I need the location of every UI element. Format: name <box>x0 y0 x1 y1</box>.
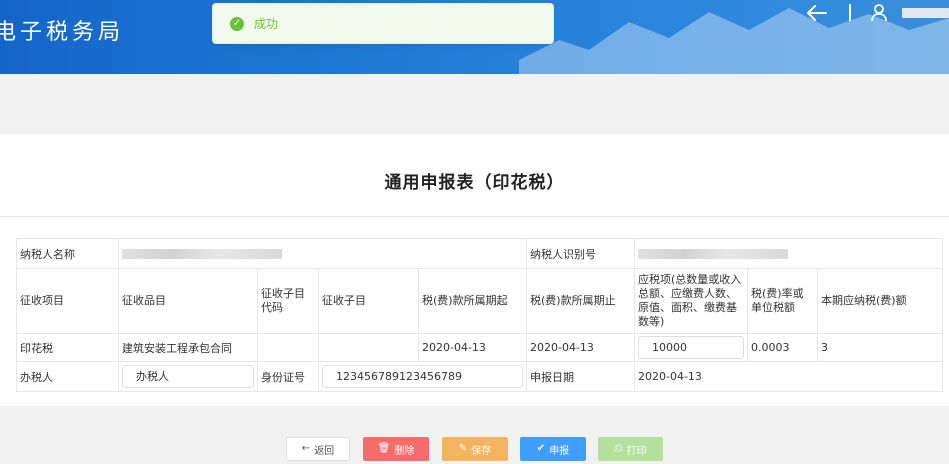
cell-sub-code <box>257 333 319 362</box>
user-icon[interactable] <box>871 4 887 22</box>
declaration-form-card: 通用申报表（印花税） 纳税人名称 纳税人识别号 征收项目 征收品目 征收子目代码… <box>0 134 949 406</box>
check-circle-icon: ✓ <box>230 16 244 31</box>
cell-taxable-amount: 10000 <box>634 333 748 362</box>
print-button-label: 打印 <box>626 445 647 457</box>
col-header-category: 征收品目 <box>118 268 258 334</box>
declaration-table: 纳税人名称 纳税人识别号 征收项目 征收品目 征收子目代码 征收子目 税(费)款… <box>16 238 944 392</box>
handler-input[interactable]: 办税人 <box>122 365 254 388</box>
printer-icon: ⎙ <box>614 443 623 454</box>
print-button[interactable]: ⎙ 打印 <box>598 437 663 461</box>
edit-icon: ✎ <box>458 443 468 454</box>
tax-data-row: 印花税 建筑安装工程承包合同 2020-04-13 2020-04-13 100… <box>16 333 944 362</box>
col-header-rate: 税(费)率或单位税额 <box>747 268 818 334</box>
cell-category: 建筑安装工程承包合同 <box>118 333 258 362</box>
cell-handler: 办税人 <box>118 361 258 392</box>
back-button[interactable]: ← 返回 <box>286 437 350 461</box>
taxpayer-row: 纳税人名称 纳税人识别号 <box>16 238 944 269</box>
id-number-input[interactable]: 123456789123456789 <box>322 365 523 388</box>
taxable-amount-input[interactable]: 10000 <box>638 336 744 359</box>
arrow-left-icon: ← <box>301 443 311 454</box>
form-title: 通用申报表（印花税） <box>384 173 565 193</box>
col-header-item: 征收项目 <box>16 268 119 334</box>
col-header-period-start: 税(费)款所属期起 <box>418 268 527 334</box>
back-button-label: 返回 <box>314 445 335 457</box>
success-toast: ✓ 成功 <box>212 3 554 44</box>
handler-label: 办税人 <box>16 361 119 392</box>
submit-button-label: 申报 <box>549 445 570 457</box>
col-header-sub-item: 征收子目 <box>318 268 419 334</box>
taxpayer-id-label: 纳税人识别号 <box>526 238 635 269</box>
declare-date-value: 2020-04-13 <box>633 361 944 392</box>
col-header-taxable-amount: 应税项(总数量或收入总额、应缴费人数、原值、面积、缴费基数等) <box>634 268 748 334</box>
title-divider <box>0 216 949 217</box>
site-title: 电子税务局 <box>0 20 125 45</box>
col-header-tax-due: 本期应纳税(费)额 <box>816 268 944 334</box>
handler-row: 办税人 办税人 身份证号 123456789123456789 申报日期 202… <box>16 361 944 392</box>
taxpayer-name-redacted <box>122 249 282 259</box>
header-divider <box>849 4 851 21</box>
trash-icon: 🗑 <box>377 443 391 454</box>
check-circle-icon: ✔ <box>536 443 546 454</box>
delete-button[interactable]: 🗑 删除 <box>363 437 429 461</box>
submit-button[interactable]: ✔ 申报 <box>520 437 586 461</box>
cell-period-start: 2020-04-13 <box>418 333 527 362</box>
delete-button-label: 删除 <box>394 445 415 457</box>
col-header-sub-code: 征收子目代码 <box>257 268 319 334</box>
save-button[interactable]: ✎ 保存 <box>442 437 508 461</box>
column-header-row: 征收项目 征收品目 征收子目代码 征收子目 税(费)款所属期起 税(费)款所属期… <box>16 268 944 334</box>
taxpayer-id-value <box>633 238 944 269</box>
arrow-left-icon[interactable] <box>806 4 828 22</box>
taxpayer-id-redacted <box>638 249 788 259</box>
declare-date-label: 申报日期 <box>526 361 635 392</box>
toast-message: 成功 <box>254 17 279 31</box>
taxpayer-name-label: 纳税人名称 <box>16 238 119 269</box>
action-bar: ← 返回 🗑 删除 ✎ 保存 ✔ 申报 ⎙ 打印 <box>0 437 949 461</box>
cell-id-number: 123456789123456789 <box>318 361 527 392</box>
taxpayer-name-value <box>118 238 527 269</box>
user-name-redacted[interactable] <box>902 8 949 18</box>
cell-tax-due: 3 <box>816 333 944 362</box>
id-number-label: 身份证号 <box>257 361 319 392</box>
col-header-period-end: 税(费)款所属期止 <box>526 268 635 334</box>
cell-item: 印花税 <box>16 333 119 362</box>
cell-sub-item <box>318 333 419 362</box>
cell-period-end: 2020-04-13 <box>526 333 635 362</box>
cell-rate: 0.0003 <box>747 333 818 362</box>
save-button-label: 保存 <box>471 445 492 457</box>
